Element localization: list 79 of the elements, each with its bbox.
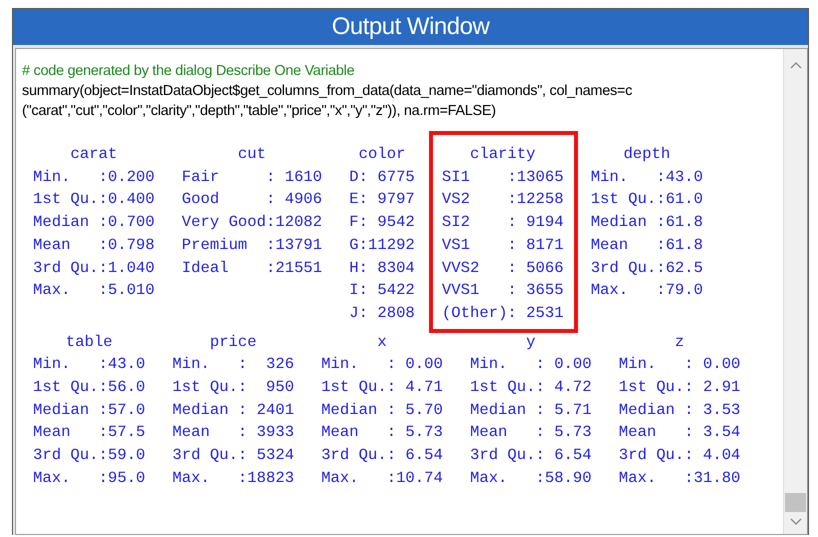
summary-value: Median : 5.70 [321, 400, 443, 421]
summary-value: Median : 2401 [172, 400, 294, 421]
column-header: color [358, 144, 406, 165]
summary-value: VVS1 : 3655 [442, 280, 564, 302]
summary-value: 3rd Qu.: 6.54 [321, 445, 443, 466]
summary-value: Min. :43.0 [33, 354, 146, 376]
column-header: clarity [470, 144, 536, 165]
summary-value: G:11292 [349, 234, 415, 256]
summary-value: Very Good:12082 [182, 212, 322, 234]
summary-value: 3rd Qu.:1.040 [33, 258, 155, 279]
summary-value: 3rd Qu.: 5324 [172, 445, 294, 466]
scroll-down-icon[interactable] [790, 518, 802, 526]
column-header: carat [70, 144, 118, 165]
summary-value: VVS2 : 5066 [442, 258, 564, 279]
summary-value: 3rd Qu.: 4.04 [618, 445, 740, 466]
summary-value: Min. : 0.00 [618, 354, 740, 376]
summary-value: Mean :57.5 [33, 422, 146, 444]
summary-value: Max. :18823 [172, 468, 294, 489]
summary-value: Median :0.700 [33, 212, 155, 234]
summary-value: 1st Qu.:56.0 [33, 377, 146, 398]
summary-value: H: 8304 [349, 258, 415, 279]
summary-value: SI2 : 9194 [442, 212, 564, 234]
summary-value: F: 9542 [349, 212, 415, 234]
summary-value: (Other): 2531 [442, 302, 564, 324]
summary-value: 3rd Qu.:59.0 [33, 445, 146, 466]
summary-value: Mean : 3.54 [618, 422, 740, 444]
summary-value: Ideal :21551 [182, 258, 322, 279]
summary-value: Mean :0.798 [33, 234, 155, 256]
code-line: summary(object=InstatDataObject$get_columns_from_data(data_name="diamonds", col_names=c [22, 82, 632, 101]
summary-value: J: 2808 [349, 302, 415, 324]
column-header: cut [238, 144, 266, 165]
summary-value: Max. :58.90 [470, 468, 592, 489]
summary-value: VS1 : 8171 [442, 234, 564, 256]
summary-value: D: 6775 [349, 166, 415, 188]
column-header: x [377, 332, 387, 353]
summary-value: Min. : 0.00 [321, 354, 443, 376]
column-header: y [526, 332, 536, 353]
column-header: price [210, 332, 257, 353]
summary-value: Good : 4906 [182, 189, 322, 210]
window-title: Output Window [13, 9, 808, 45]
summary-value: 1st Qu.:0.400 [33, 189, 155, 210]
code-line: ("carat","cut","color","clarity","depth","table","price","x","y","z")), na.rm=FALSE) [22, 102, 496, 121]
summary-value: Min. : 326 [172, 354, 294, 376]
summary-value: Fair : 1610 [182, 166, 322, 188]
summary-value: Median :61.8 [590, 212, 703, 234]
summary-value: E: 9797 [349, 189, 415, 210]
summary-value: Max. :10.74 [321, 468, 443, 489]
summary-value: Premium :13791 [182, 234, 322, 256]
summary-value: Max. :31.80 [618, 468, 740, 489]
summary-value: 1st Qu.: 4.71 [321, 377, 443, 398]
summary-value: Mean :61.8 [590, 234, 703, 256]
summary-value: SI1 :13065 [442, 166, 564, 188]
summary-value: 1st Qu.:61.0 [590, 189, 703, 210]
code-comment: # code generated by the dialog Describe One Variable [22, 62, 354, 81]
summary-value: Max. :5.010 [33, 280, 155, 302]
scrollbar[interactable] [783, 49, 807, 534]
column-header: depth [623, 144, 670, 165]
column-header: z [674, 332, 684, 353]
summary-value: 1st Qu.: 2.91 [618, 377, 740, 398]
scroll-up-icon[interactable] [790, 61, 802, 69]
summary-value: Min. :0.200 [33, 166, 155, 188]
summary-value: Max. :79.0 [590, 280, 703, 302]
column-header: table [66, 332, 113, 353]
summary-value: Mean : 5.73 [321, 422, 443, 444]
summary-value: Mean : 5.73 [470, 422, 592, 444]
summary-value: 1st Qu.: 4.72 [470, 377, 592, 398]
summary-value: 1st Qu.: 950 [172, 377, 294, 398]
summary-value: Median : 3.53 [618, 400, 740, 421]
summary-value: Min. :43.0 [590, 166, 703, 188]
summary-value: 3rd Qu.:62.5 [590, 258, 703, 279]
summary-value: Median : 5.71 [470, 400, 592, 421]
summary-value: Mean : 3933 [172, 422, 294, 444]
summary-value: VS2 :12258 [442, 189, 564, 210]
summary-value: I: 5422 [349, 280, 415, 302]
summary-value: Median :57.0 [33, 400, 146, 421]
summary-value: Min. : 0.00 [470, 354, 592, 376]
scrollbar-thumb[interactable] [785, 493, 806, 512]
summary-value: Max. :95.0 [33, 468, 146, 489]
summary-value: 3rd Qu.: 6.54 [470, 445, 592, 466]
